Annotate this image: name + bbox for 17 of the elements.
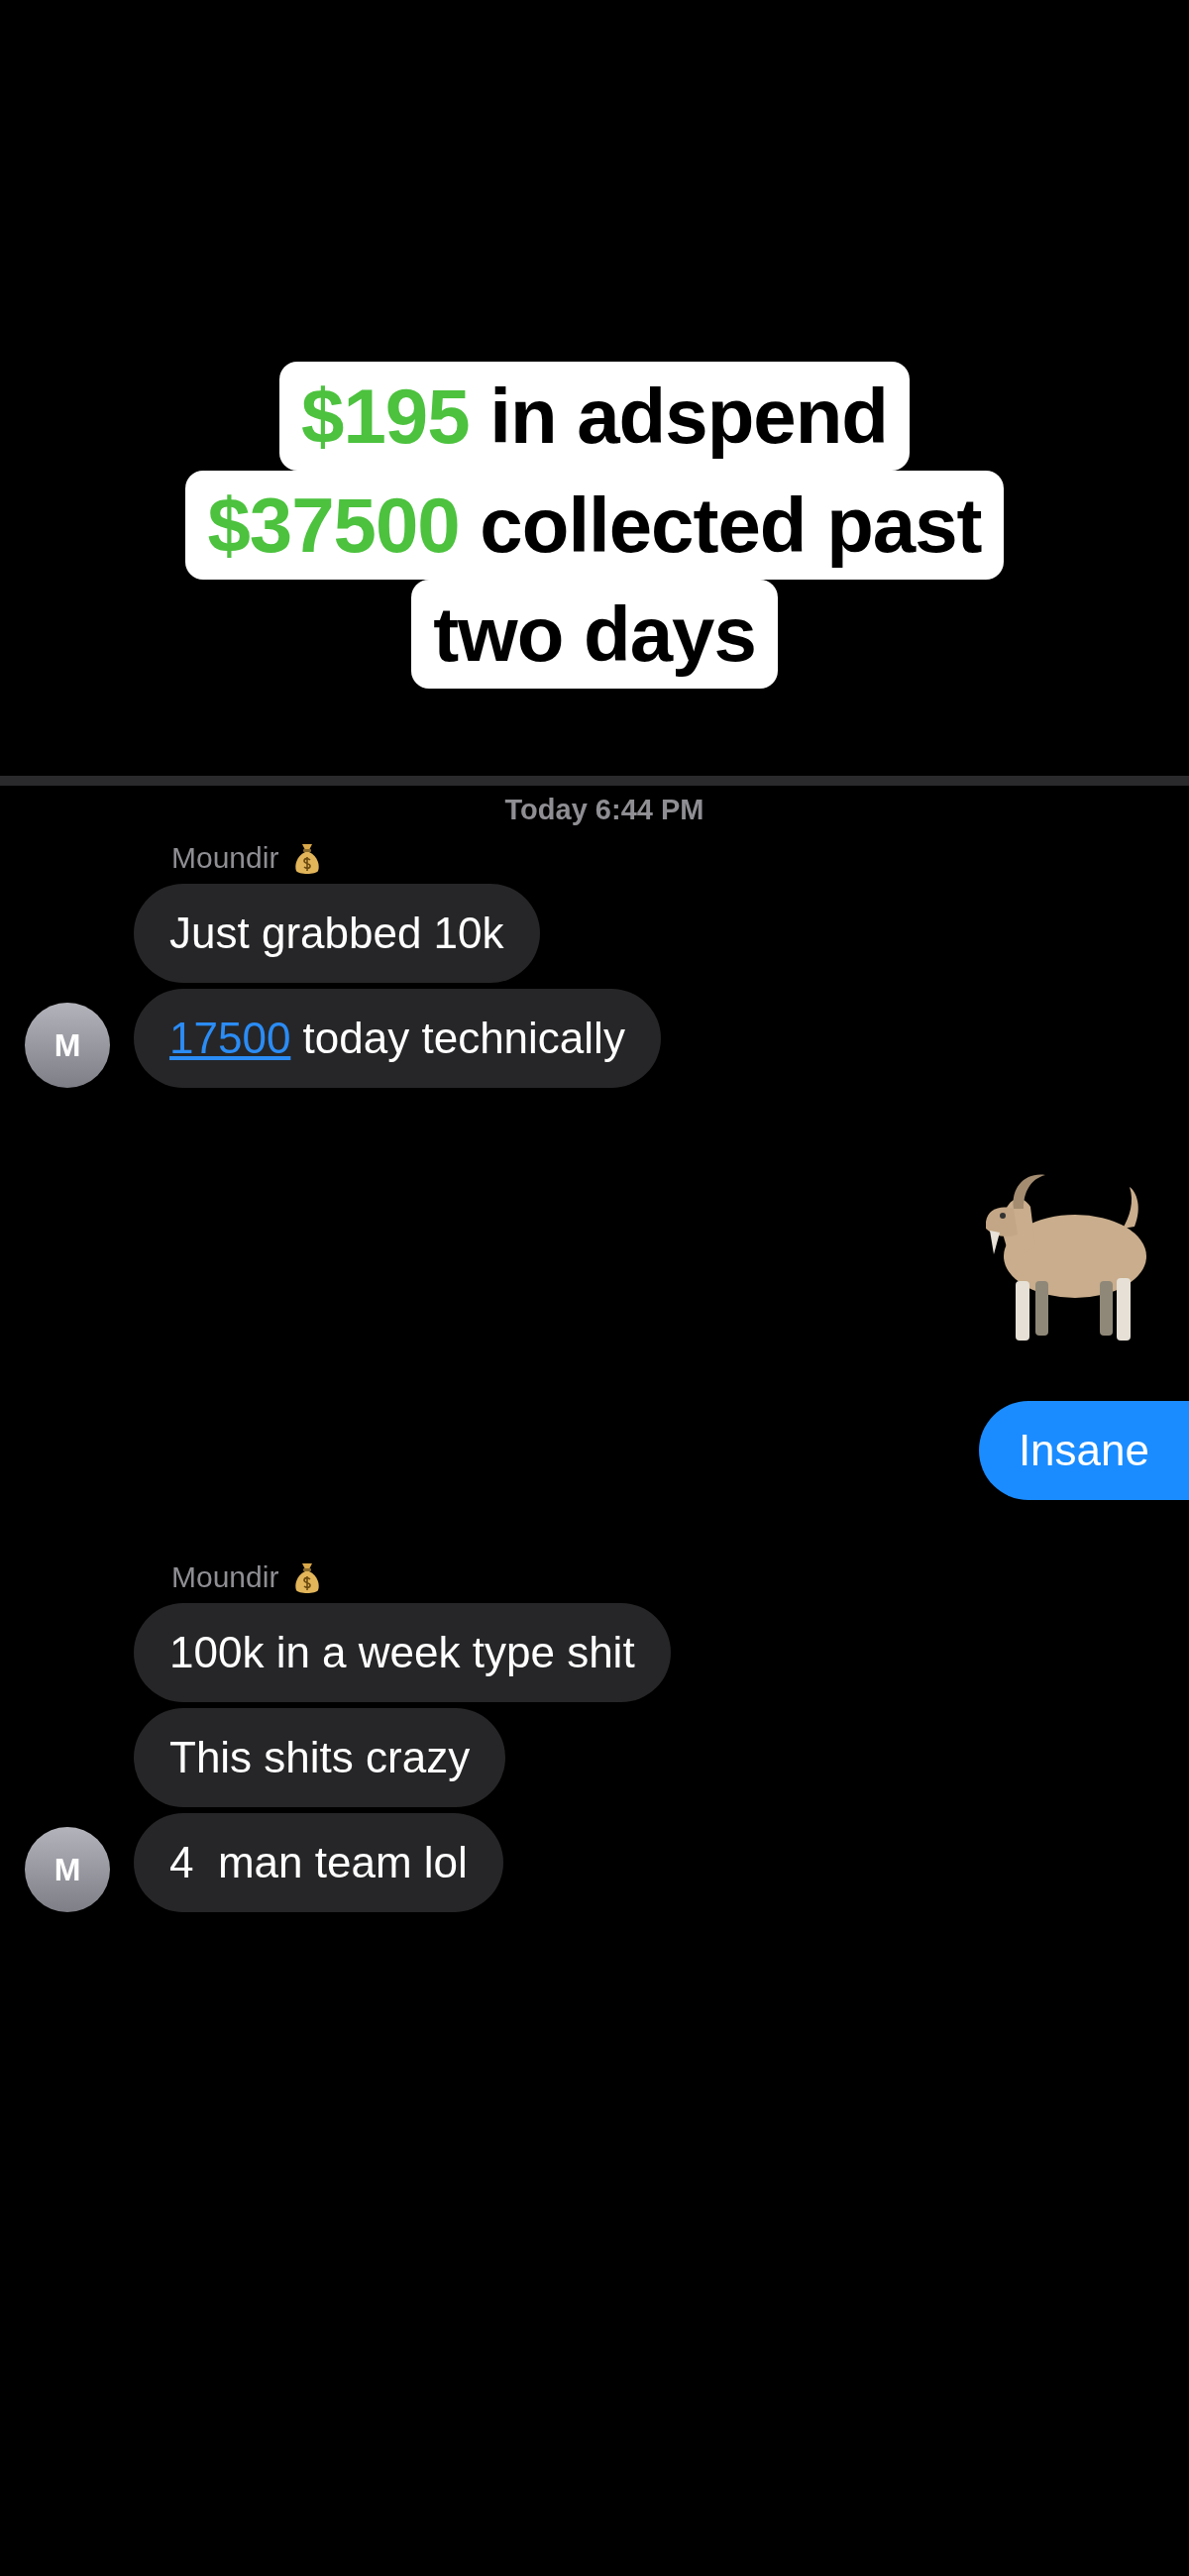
- caption-text: in adspend: [488, 373, 888, 460]
- avatar: M: [25, 1003, 110, 1088]
- message-text: Insane: [1018, 1426, 1149, 1475]
- sender-name: Moundir: [171, 1560, 279, 1594]
- message-text: 17500 today technically: [169, 1014, 625, 1063]
- timestamp: Today 6:44 PM: [504, 794, 704, 826]
- number-link[interactable]: 17500: [169, 1014, 291, 1062]
- message-text: This shits crazy: [169, 1733, 471, 1782]
- caption-text: two days: [433, 590, 756, 678]
- message-text: 100k in a week type shit: [169, 1628, 635, 1677]
- message-text: Just grabbed 10k: [169, 909, 504, 958]
- sender-name: Moundir: [171, 841, 279, 875]
- message-text: 4 man team lol: [169, 1838, 468, 1887]
- avatar: M: [25, 1827, 110, 1912]
- caption-amount: $195: [301, 373, 470, 460]
- caption-amount: $37500: [207, 482, 460, 569]
- caption-text: collected past: [479, 482, 982, 569]
